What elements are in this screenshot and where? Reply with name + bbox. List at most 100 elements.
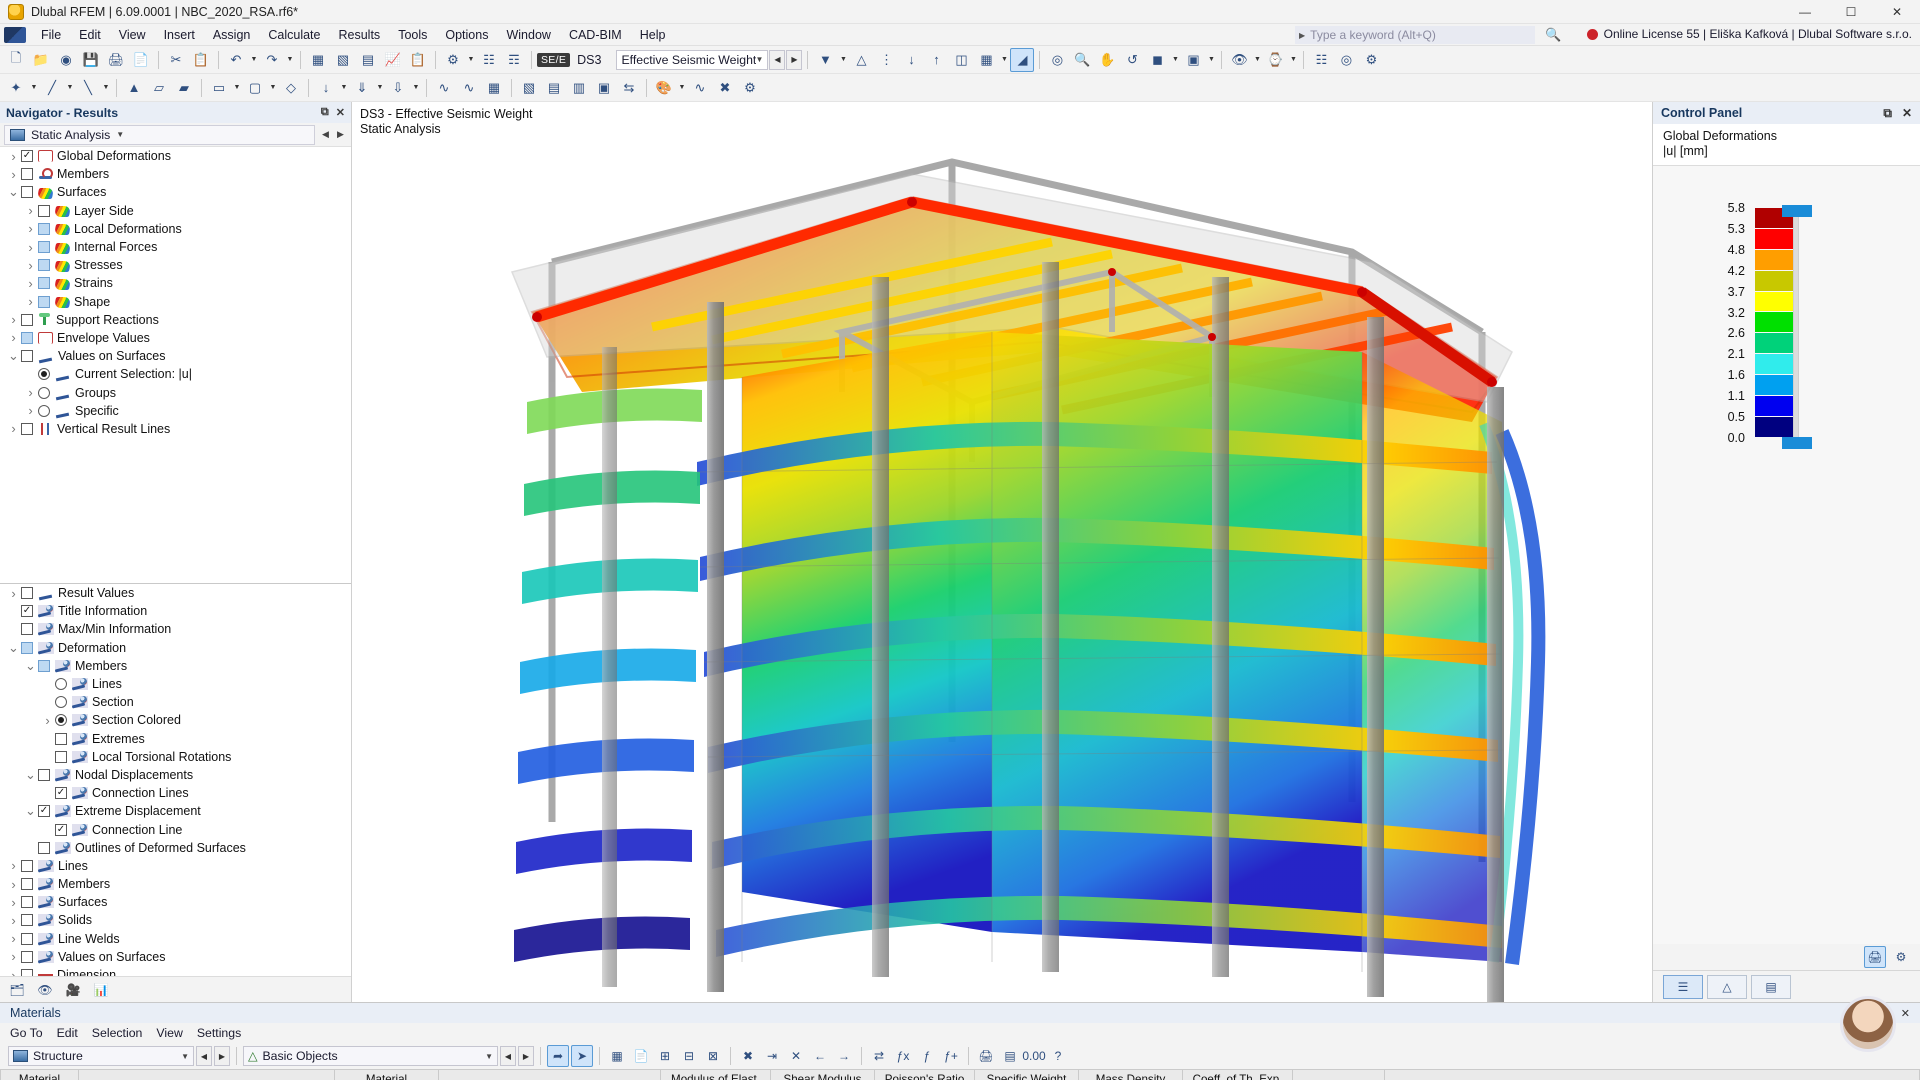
table-column-header[interactable]: Material Name [79, 1070, 335, 1080]
table-column-header[interactable]: Specific Weightγ [kN/m³] [975, 1070, 1079, 1080]
menu-item-tools[interactable]: Tools [389, 26, 436, 44]
tree-checkbox[interactable] [21, 969, 33, 976]
table-export-icon[interactable]: 📄 [630, 1045, 652, 1067]
minimize-button[interactable]: — [1782, 0, 1828, 24]
save-icon[interactable]: 💾 [79, 48, 103, 72]
printout-report-icon[interactable]: 📄 [129, 48, 153, 72]
formula-icon[interactable]: ƒx [892, 1045, 914, 1067]
delete-row-icon[interactable]: ⊟ [678, 1045, 700, 1067]
surface-load-dropdown-icon[interactable]: ▼ [411, 84, 421, 91]
table-column-header[interactable]: Poisson's Ratioν [--] [875, 1070, 975, 1080]
chevron-down-icon[interactable]: ⌄ [6, 353, 21, 359]
cloud-open-icon[interactable]: ◉ [54, 48, 78, 72]
table-column-header[interactable]: Material Model [439, 1070, 661, 1080]
chevron-right-icon[interactable]: › [6, 167, 21, 182]
chevron-down-icon[interactable]: ⌄ [6, 189, 21, 195]
print-icon[interactable]: 🖨 [104, 48, 128, 72]
navigator-data-tab-icon[interactable]: 🗂 [6, 979, 28, 1001]
table-column-header[interactable]: MaterialNo. [1, 1070, 79, 1080]
help-icon[interactable]: ? [1047, 1045, 1069, 1067]
imperfection-icon[interactable]: ∿ [432, 76, 456, 100]
new-line-dropdown-icon[interactable]: ▼ [65, 84, 75, 91]
tree-checkbox[interactable] [21, 587, 33, 599]
navigator-results-tree[interactable]: ›✓Global Deformations›Members⌄Surfaces›L… [0, 147, 351, 584]
tree-checkbox[interactable] [38, 660, 50, 672]
tree-item-stresses[interactable]: ›Stresses [0, 256, 351, 274]
model-data-table-icon[interactable]: ▦ [306, 48, 330, 72]
line-load-icon[interactable]: ⇓ [350, 76, 374, 100]
view-direction-icon[interactable]: ▣ [1181, 48, 1205, 72]
legend-range-slider[interactable] [1793, 210, 1799, 444]
redo-dropdown-icon[interactable]: ▼ [285, 56, 295, 63]
legend-slider-upper-knob[interactable] [1782, 205, 1812, 217]
new-node-dropdown-icon[interactable]: ▼ [29, 84, 39, 91]
tree-checkbox[interactable]: ✓ [21, 150, 33, 162]
chevron-right-icon[interactable]: › [6, 877, 21, 892]
remove-unused-icon[interactable]: ✕ [785, 1045, 807, 1067]
nodal-load-icon[interactable]: ↓ [314, 76, 338, 100]
tree-item-local-torsional-rotations[interactable]: ›Local Torsional Rotations [0, 748, 351, 766]
tree-checkbox[interactable] [55, 733, 67, 745]
new-solid-dropdown-icon[interactable]: ▼ [268, 84, 278, 91]
tree-item-deformation[interactable]: ⌄Deformation [0, 639, 351, 657]
tree-item-internal-forces[interactable]: ›Internal Forces [0, 238, 351, 256]
new-line-icon[interactable]: ╱ [40, 76, 64, 100]
load-combination-combo[interactable]: Effective Seismic Weight ▼ [616, 50, 768, 70]
navigator-display-tree[interactable]: ›Result Values›✓Title Information›Max/Mi… [0, 584, 351, 976]
mesh-icon[interactable]: ▦ [482, 76, 506, 100]
line-support-icon[interactable]: ▱ [147, 76, 171, 100]
navigator-analysis-combo[interactable]: Static Analysis ▼ [4, 125, 315, 145]
legend-settings-icon[interactable]: ⚙ [1890, 946, 1912, 968]
results-on-grid-dropdown-icon[interactable]: ▼ [999, 56, 1009, 63]
materials-menu-settings[interactable]: Settings [197, 1025, 249, 1041]
clear-table-icon[interactable]: ✖ [737, 1045, 759, 1067]
close-button[interactable]: ✕ [1874, 0, 1920, 24]
find-in-commands-icon[interactable]: 🔍 [1545, 27, 1561, 43]
result-values-icon[interactable]: ⋮ [874, 48, 898, 72]
tree-item-members[interactable]: ›Members [0, 875, 351, 893]
result-filter-icon[interactable]: ▼ [813, 48, 837, 72]
tree-checkbox[interactable] [38, 223, 50, 235]
calculate-icon[interactable]: ⚙ [441, 48, 465, 72]
tree-checkbox[interactable] [21, 642, 33, 654]
tree-item-extreme-displacement[interactable]: ⌄✓Extreme Displacement [0, 802, 351, 820]
results-solids-icon[interactable]: ▣ [592, 76, 616, 100]
results-surfaces-icon[interactable]: ▧ [517, 76, 541, 100]
chevron-right-icon[interactable]: › [6, 312, 21, 327]
chevron-right-icon[interactable]: › [6, 931, 21, 946]
tree-item-surfaces[interactable]: ⌄Surfaces [0, 183, 351, 201]
calculate-dropdown-icon[interactable]: ▼ [466, 56, 476, 63]
new-model-icon[interactable]: 🗋 [4, 48, 28, 72]
chevron-right-icon[interactable]: › [23, 221, 38, 236]
chevron-down-icon[interactable]: ⌄ [23, 663, 38, 669]
nodal-support-icon[interactable]: ▲ [122, 76, 146, 100]
navigator-results-tab-icon[interactable]: 📊 [90, 979, 112, 1001]
tree-checkbox[interactable] [38, 205, 50, 217]
chevron-right-icon[interactable]: › [23, 240, 38, 255]
tree-item-surfaces[interactable]: ›Surfaces [0, 893, 351, 911]
table-column-header[interactable]: Shear ModulusG [N/mm²] [771, 1070, 875, 1080]
tab-filter[interactable]: ▤ [1751, 975, 1791, 999]
chevron-down-icon[interactable]: ⌄ [6, 645, 21, 651]
tree-item-members[interactable]: ⌄Members [0, 657, 351, 675]
chevron-right-icon[interactable]: › [23, 385, 38, 400]
chevron-right-icon[interactable]: › [6, 149, 21, 164]
menu-item-cad-bim[interactable]: CAD-BIM [560, 26, 631, 44]
tree-radio[interactable] [55, 678, 67, 690]
tree-checkbox[interactable]: ✓ [55, 824, 67, 836]
tree-checkbox[interactable] [21, 168, 33, 180]
navigator-next-button[interactable]: ▶ [334, 126, 347, 144]
chevron-right-icon[interactable]: › [23, 276, 38, 291]
deformation-scale-icon[interactable]: ⇆ [617, 76, 641, 100]
model-viewport[interactable]: DS3 - Effective Seismic Weight Static An… [352, 102, 1652, 1002]
tree-item-section[interactable]: ›Section [0, 693, 351, 711]
menu-item-calculate[interactable]: Calculate [259, 26, 329, 44]
navigator-prev-button[interactable]: ◀ [319, 126, 332, 144]
duplicate-row-icon[interactable]: ⊠ [702, 1045, 724, 1067]
print-table-icon[interactable]: 🖨 [975, 1045, 997, 1067]
menu-item-view[interactable]: View [110, 26, 155, 44]
tree-item-connection-line[interactable]: ›✓Connection Line [0, 820, 351, 838]
chevron-right-icon[interactable]: › [6, 586, 21, 601]
table-view-icon[interactable]: ▦ [606, 1045, 628, 1067]
table-subcategory-next-button[interactable]: ▶ [518, 1046, 534, 1066]
